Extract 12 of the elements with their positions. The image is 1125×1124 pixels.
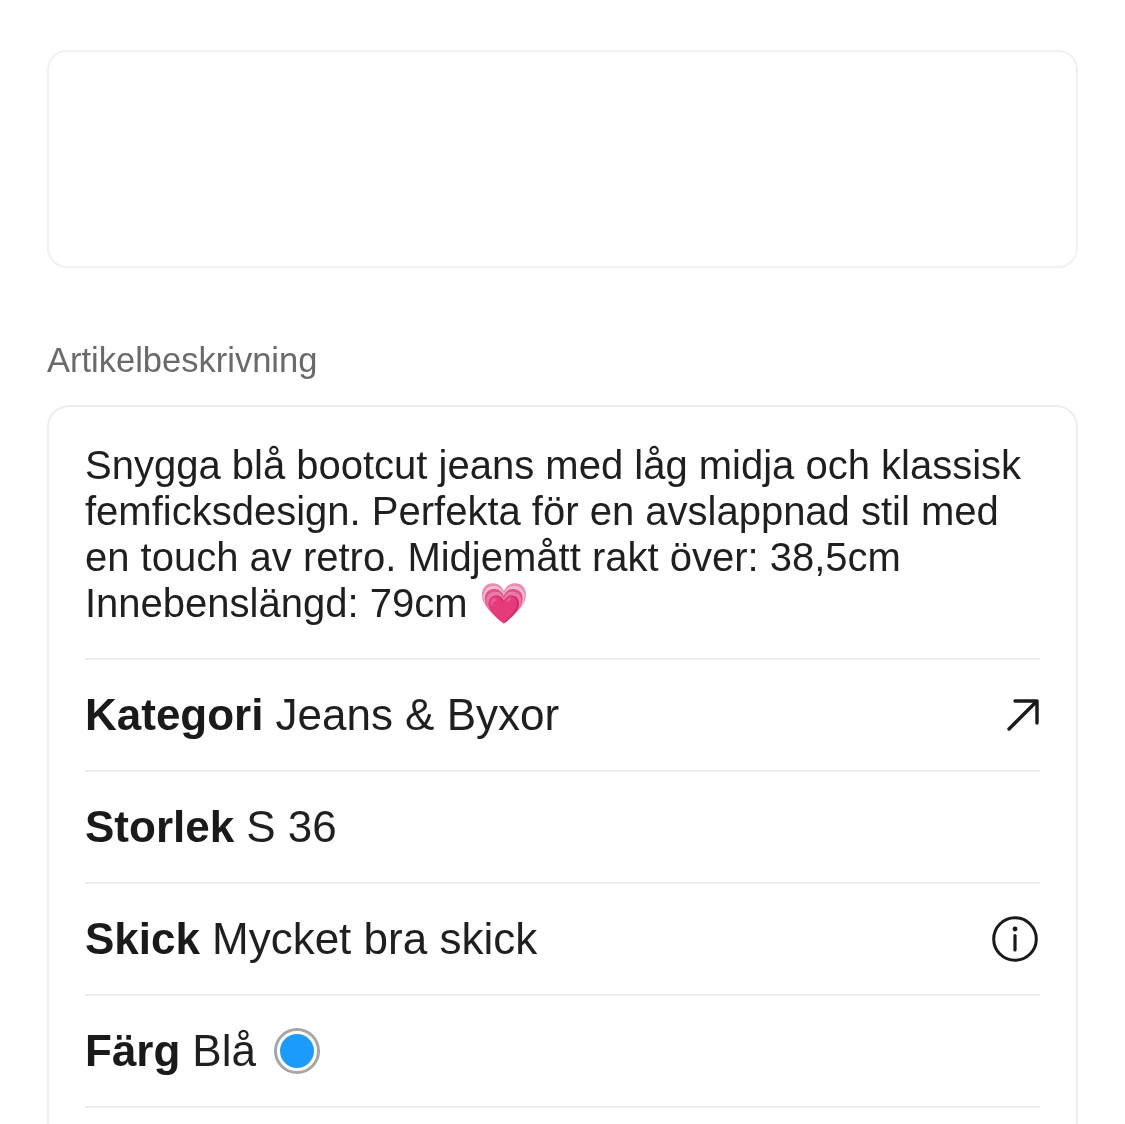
description-text: Snygga blå bootcut jeans med låg midja och klassisk femficksdesign. Perfekta för en avslappnad stil med en touch av retro. Midjemått rakt över: 38,5cm Innebenslängd: 79cm 💗 xyxy=(85,442,1023,626)
detail-label: Kategori xyxy=(85,690,264,740)
detail-label: Storlek xyxy=(85,802,235,852)
arrow-up-right-icon[interactable] xyxy=(1006,698,1040,732)
detail-value: Blå xyxy=(192,1026,256,1076)
detail-label: Skick xyxy=(85,914,200,964)
detail-value: Jeans & Byxor xyxy=(275,690,560,740)
section-title: Artikelbeskrivning xyxy=(47,340,319,380)
detail-value: S 36 xyxy=(246,802,337,852)
detail-label: Färg xyxy=(85,1026,181,1076)
info-icon[interactable] xyxy=(992,916,1038,962)
detail-value: Mycket bra skick xyxy=(212,914,538,964)
